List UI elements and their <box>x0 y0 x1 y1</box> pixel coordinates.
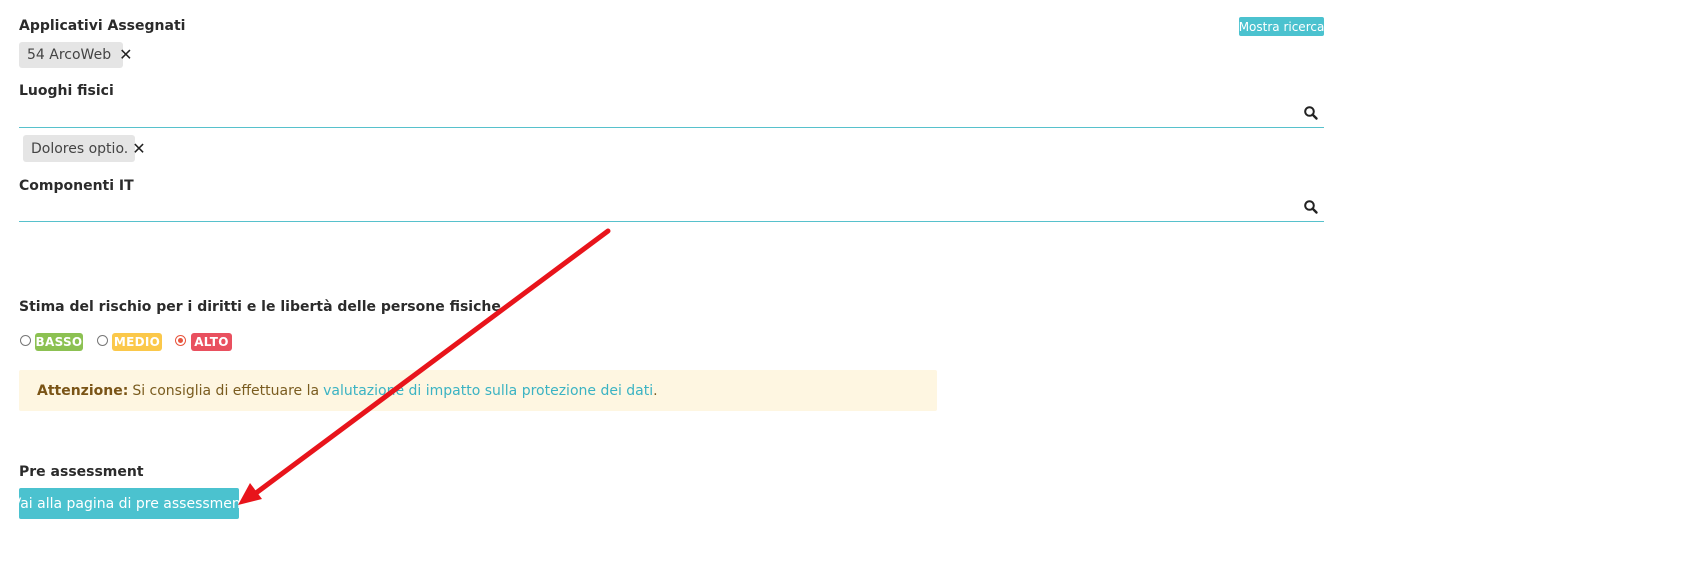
dpia-link[interactable]: valutazione di impatto sulla protezione … <box>323 383 653 399</box>
applicativi-label: Applicativi Assegnati <box>19 18 186 34</box>
radio-medio[interactable] <box>97 335 108 346</box>
pre-assessment-label: Pre assessment <box>19 464 144 480</box>
search-icon[interactable] <box>1303 199 1319 215</box>
search-icon[interactable] <box>1303 105 1319 121</box>
rischio-label: Stima del rischio per i diritti e le lib… <box>19 299 501 315</box>
luoghi-search-input[interactable] <box>19 100 1303 128</box>
applicativo-tag: 54 ArcoWeb ✕ <box>19 42 132 68</box>
risk-badge-medio[interactable]: MEDIO <box>112 333 162 351</box>
componenti-underline <box>19 221 1324 222</box>
risk-badge-basso[interactable]: BASSO <box>35 333 83 351</box>
luoghi-underline <box>19 127 1324 128</box>
luogo-tag-label: Dolores optio. <box>31 140 129 157</box>
applicativo-tag-label: 54 ArcoWeb <box>27 47 112 63</box>
radio-alto[interactable] <box>175 335 186 346</box>
pre-assessment-button[interactable]: Vai alla pagina di pre assessment <box>12 488 246 519</box>
close-icon[interactable]: ✕ <box>132 140 145 157</box>
componenti-search-input[interactable] <box>19 194 1303 222</box>
attention-alert: Attenzione: Si consiglia di effettuare l… <box>19 370 937 411</box>
close-icon[interactable]: ✕ <box>119 47 132 63</box>
luoghi-label: Luoghi fisici <box>19 83 114 99</box>
luogo-tag: Dolores optio. ✕ <box>23 135 146 162</box>
alert-suffix: . <box>653 382 658 399</box>
show-search-button[interactable]: Mostra ricerca <box>1239 17 1324 36</box>
annotation-arrow <box>238 228 611 505</box>
alert-text: Si consiglia di effettuare la <box>132 382 320 399</box>
risk-badge-alto[interactable]: ALTO <box>191 333 232 351</box>
radio-basso[interactable] <box>20 335 31 346</box>
alert-strong: Attenzione: <box>37 382 129 399</box>
componenti-label: Componenti IT <box>19 178 134 194</box>
